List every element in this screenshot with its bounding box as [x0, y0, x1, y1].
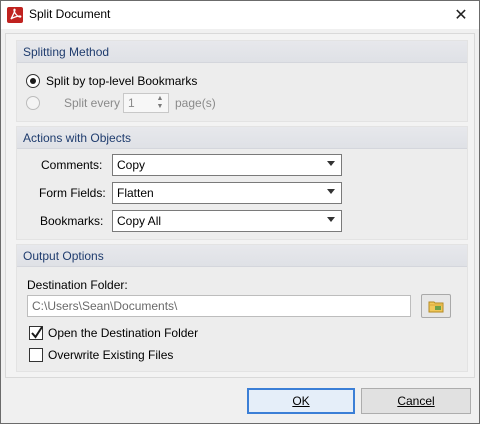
- title-bar: Split Document ✕: [1, 1, 479, 29]
- split-every-radio[interactable]: [26, 96, 40, 110]
- cancel-button[interactable]: Cancel: [361, 388, 471, 414]
- chevron-down-icon: [327, 189, 335, 194]
- ok-button-label: OK: [292, 394, 310, 408]
- pages-spinner-value: 1: [128, 96, 135, 110]
- split-by-bookmarks-radio[interactable]: [26, 74, 40, 88]
- checkmark-icon: [31, 326, 43, 339]
- close-button[interactable]: ✕: [443, 1, 479, 29]
- destination-folder-field[interactable]: [27, 295, 411, 317]
- split-document-dialog: Split Document ✕ Splitting Method Split …: [0, 0, 480, 424]
- pages-suffix-label: page(s): [175, 96, 216, 110]
- open-folder-checkbox[interactable]: [29, 326, 43, 340]
- splitting-method-header: Splitting Method: [17, 41, 467, 63]
- spinner-up-icon[interactable]: ▲: [154, 95, 166, 103]
- open-folder-label[interactable]: Open the Destination Folder: [48, 326, 198, 340]
- actions-group: Actions with Objects Comments: Copy Form…: [16, 126, 468, 240]
- overwrite-files-checkbox[interactable]: [29, 348, 43, 362]
- form-fields-dropdown[interactable]: Flatten: [112, 182, 342, 204]
- close-icon: ✕: [454, 7, 468, 24]
- cancel-button-label: Cancel: [397, 394, 435, 408]
- output-options-header: Output Options: [17, 245, 467, 267]
- spinner-down-icon[interactable]: ▼: [154, 103, 166, 111]
- comments-value: Copy: [117, 158, 146, 172]
- split-by-bookmarks-label[interactable]: Split by top-level Bookmarks: [46, 74, 197, 88]
- split-every-label: Split every: [64, 96, 121, 110]
- output-options-title: Output Options: [23, 249, 104, 263]
- destination-folder-input[interactable]: [28, 296, 410, 316]
- folder-browse-icon: [428, 301, 444, 313]
- dialog-body: Splitting Method Split by top-level Book…: [5, 33, 475, 378]
- actions-title: Actions with Objects: [23, 131, 132, 145]
- comments-dropdown[interactable]: Copy: [112, 154, 342, 176]
- bookmarks-label: Bookmarks:: [40, 214, 104, 228]
- browse-folder-button[interactable]: [421, 294, 451, 318]
- actions-header: Actions with Objects: [17, 127, 467, 149]
- ok-button[interactable]: OK: [247, 388, 355, 414]
- bookmarks-dropdown[interactable]: Copy All: [112, 210, 342, 232]
- pdf-app-icon: [7, 7, 23, 23]
- bookmarks-value: Copy All: [117, 214, 162, 228]
- overwrite-files-label[interactable]: Overwrite Existing Files: [48, 348, 173, 362]
- chevron-down-icon: [327, 161, 335, 166]
- form-fields-label: Form Fields:: [39, 186, 106, 200]
- output-options-group: Output Options Destination Folder: Open …: [16, 244, 468, 372]
- comments-label: Comments:: [41, 158, 103, 172]
- splitting-method-title: Splitting Method: [23, 45, 110, 59]
- chevron-down-icon: [327, 217, 335, 222]
- pages-spinner[interactable]: 1 ▲ ▼: [123, 93, 169, 113]
- window-title: Split Document: [29, 7, 111, 21]
- splitting-method-group: Splitting Method Split by top-level Book…: [16, 40, 468, 122]
- form-fields-value: Flatten: [117, 186, 154, 200]
- destination-folder-label: Destination Folder:: [27, 278, 128, 292]
